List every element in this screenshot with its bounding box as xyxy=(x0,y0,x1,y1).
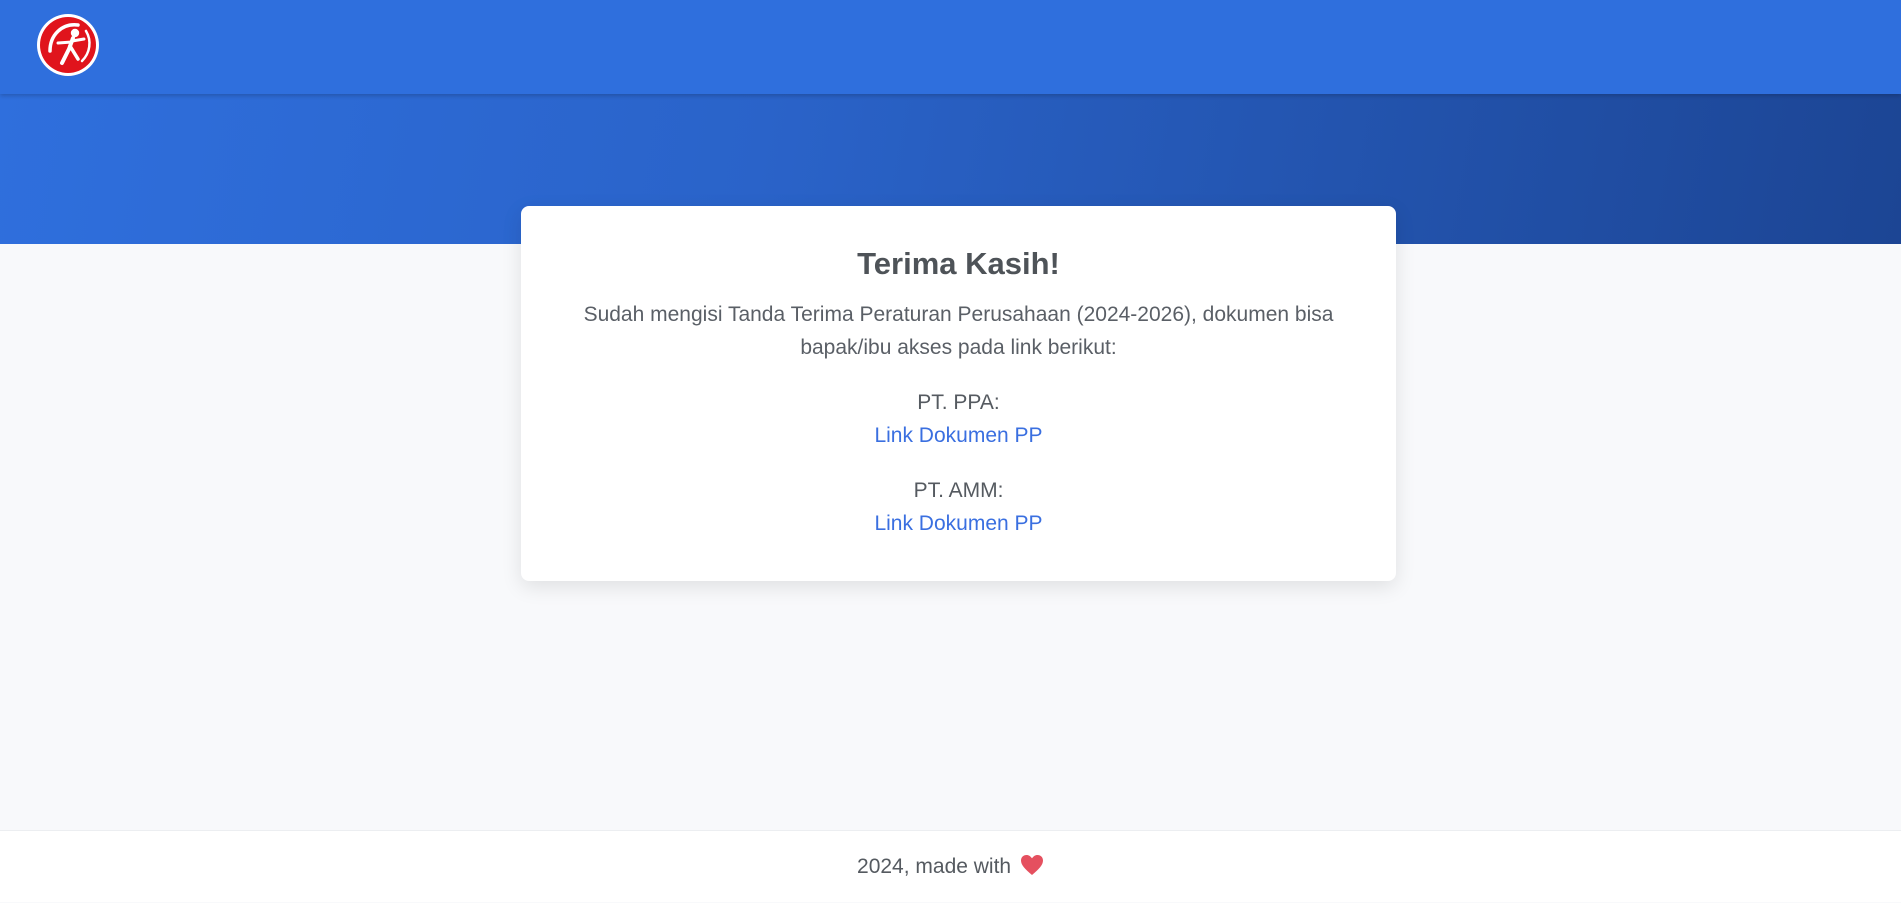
card-title: Terima Kasih! xyxy=(857,246,1060,281)
company-name: PT. PPA: xyxy=(917,391,1000,414)
top-navbar xyxy=(0,0,1901,94)
footer-text: 2024, made with xyxy=(857,855,1012,878)
footer: 2024, made with xyxy=(0,830,1901,902)
card-message: Sudah mengisi Tanda Terima Peraturan Per… xyxy=(583,303,1334,359)
company-name: PT. AMM: xyxy=(913,479,1004,502)
thank-you-card: Terima Kasih! Sudah mengisi Tanda Terima… xyxy=(521,206,1396,581)
company-block-ppa: PT. PPA: Link Dokumen PP xyxy=(521,386,1396,452)
document-link-ppa[interactable]: Link Dokumen PP xyxy=(874,419,1042,452)
archer-logo-icon[interactable] xyxy=(36,13,100,77)
heart-icon xyxy=(1020,855,1043,876)
company-block-amm: PT. AMM: Link Dokumen PP xyxy=(521,474,1396,540)
document-link-amm[interactable]: Link Dokumen PP xyxy=(874,507,1042,540)
